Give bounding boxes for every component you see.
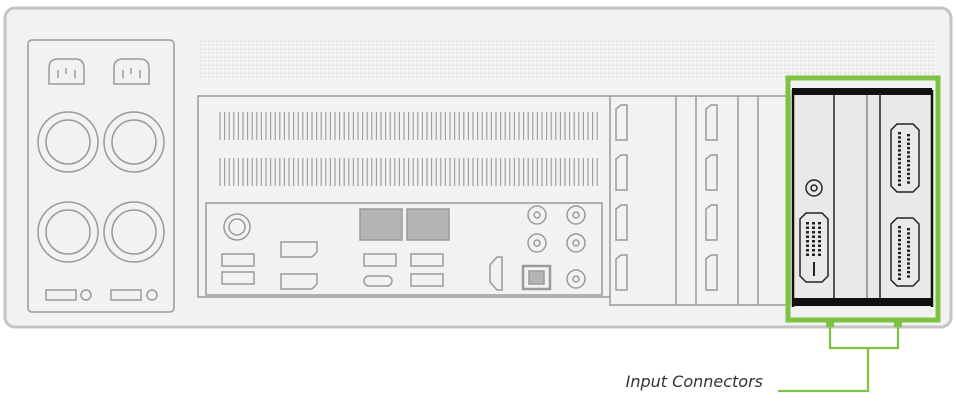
dsub-pin — [898, 264, 901, 268]
dsub-pin — [898, 149, 901, 152]
dvi-pin — [806, 240, 809, 243]
dvi-pin — [812, 249, 815, 252]
dvi-pin — [818, 231, 821, 234]
dvi-pin — [806, 231, 809, 234]
dvi-pin — [818, 235, 821, 238]
dsub-pin — [907, 232, 910, 235]
dsub-pin — [907, 249, 910, 252]
dsub-pin — [907, 253, 910, 257]
dsub-pin — [907, 138, 910, 141]
dsub-pin — [907, 177, 910, 180]
dsub-pin — [907, 236, 910, 239]
dvi-pin — [818, 244, 821, 247]
dsub-pin — [898, 269, 901, 272]
dsub-pin — [907, 271, 910, 274]
dsub-pin — [898, 260, 901, 263]
dvi-pin — [806, 222, 809, 225]
dsub-pin — [898, 273, 901, 276]
dsub-pin — [898, 157, 901, 161]
dsub-pin — [907, 228, 910, 231]
dvi-pin — [812, 240, 815, 243]
dsub-pin — [907, 181, 910, 184]
dsub-pin — [907, 262, 910, 265]
input-connectors-label: Input Connectors — [625, 372, 763, 391]
dsub-pin — [898, 234, 901, 237]
dsub-pin — [898, 175, 901, 178]
input-card — [791, 88, 934, 307]
dsub-pin — [898, 247, 901, 250]
dsub-pin — [898, 226, 901, 229]
dsub-pin — [898, 153, 901, 156]
dsub-pin — [898, 179, 901, 182]
dsub-pin — [907, 159, 910, 163]
dsub-pin — [898, 140, 901, 143]
dsub-pin — [898, 144, 901, 148]
dsub-pin — [898, 170, 901, 174]
dsub-pin — [898, 256, 901, 259]
dvi-pin — [812, 231, 815, 234]
ethernet-port-icon — [406, 208, 450, 241]
dsub-pin — [907, 142, 910, 145]
dvi-pin — [806, 244, 809, 247]
dsub-pin — [907, 240, 910, 244]
dsub-pin — [907, 151, 910, 154]
dsub-pin — [907, 146, 910, 150]
dvi-pin — [806, 235, 809, 238]
dsub-pin — [907, 266, 910, 270]
dvi-pin — [812, 222, 815, 225]
dvi-pin — [818, 253, 821, 256]
dsub-pin — [907, 164, 910, 167]
dsub-pin — [907, 134, 910, 137]
dvi-pin — [812, 226, 815, 229]
dsub-pin — [907, 168, 910, 171]
ethernet-port-icon — [359, 208, 403, 241]
dsub-pin — [898, 132, 901, 135]
dvi-pin — [818, 226, 821, 229]
dvi-pin — [812, 244, 815, 247]
dsub-pin — [898, 183, 901, 186]
dsub-pin — [907, 245, 910, 248]
vent-grille — [200, 40, 935, 80]
dsub-pin — [898, 251, 901, 255]
dvi-pin — [806, 226, 809, 229]
dsub-pin — [898, 277, 901, 280]
dsub-pin — [898, 166, 901, 169]
dsub-pin — [898, 230, 901, 233]
dsub-pin — [907, 155, 910, 158]
dsub-pin — [898, 238, 901, 242]
dsub-pin — [907, 172, 910, 176]
dsub-pin — [898, 243, 901, 246]
dsub-pin — [907, 275, 910, 278]
dvi-pin — [818, 240, 821, 243]
dvi-pin — [818, 222, 821, 225]
dvi-pin — [818, 249, 821, 252]
dsub-pin — [907, 258, 910, 261]
dvi-pin — [806, 249, 809, 252]
dvi-pin — [806, 253, 809, 256]
dsub-pin — [898, 136, 901, 139]
dsub-pin — [898, 162, 901, 165]
dvi-pin — [812, 235, 815, 238]
dvi-pin — [812, 253, 815, 256]
server-rear-panel-diagram — [3, 6, 953, 393]
